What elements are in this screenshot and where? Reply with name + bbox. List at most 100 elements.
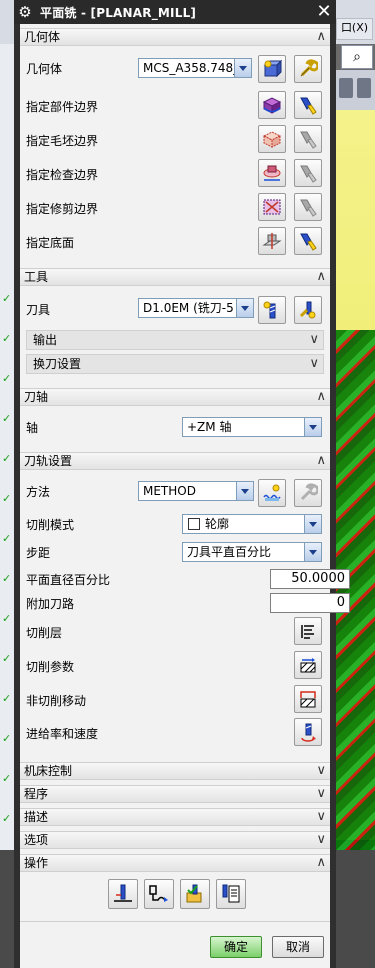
check-icon: ✓ (2, 652, 12, 665)
chevron-down-icon[interactable]: ∨ (316, 809, 326, 825)
list-icon (222, 884, 240, 903)
tool-icon[interactable] (357, 78, 371, 98)
select-part-boundary-button[interactable] (258, 91, 286, 119)
replay-path-button[interactable] (144, 879, 174, 909)
chevron-up-icon[interactable]: ∧ (316, 453, 326, 469)
edit-method-button[interactable] (294, 479, 322, 507)
check-icon: ✓ (2, 572, 12, 585)
chevron-down-icon[interactable]: ∨ (309, 332, 319, 348)
chevron-down-icon[interactable]: ∨ (316, 763, 326, 779)
non-cutting-moves-button[interactable] (294, 685, 322, 713)
chevron-down-icon[interactable]: ∨ (309, 356, 319, 372)
section-machine-control-header[interactable]: 机床控制 ∨ (20, 762, 330, 780)
chevron-down-icon[interactable] (304, 418, 321, 436)
section-geometry-header[interactable]: 几何体 ∧ (20, 28, 330, 46)
chevron-down-icon[interactable]: ∨ (316, 786, 326, 802)
generate-path-button[interactable] (108, 879, 138, 909)
check-icon: ✓ (2, 692, 12, 705)
check-icon: ✓ (2, 492, 12, 505)
section-title: 刀轨设置 (24, 454, 73, 468)
display-trim-boundary-button[interactable] (294, 193, 322, 221)
cut-levels-button[interactable] (294, 617, 322, 645)
flashlight-icon (300, 97, 317, 115)
section-actions-header[interactable]: 操作 ∧ (20, 854, 330, 872)
chevron-down-icon[interactable]: ∨ (316, 832, 326, 848)
new-geometry-button[interactable] (258, 55, 286, 83)
verify-path-button[interactable] (180, 879, 210, 909)
chevron-down-icon[interactable] (304, 543, 321, 561)
new-method-button[interactable] (258, 479, 286, 507)
dialog-titlebar[interactable]: ⚙ 平面铣 - [PLANAR_MILL] ✕ (14, 0, 336, 24)
chevron-down-icon[interactable] (304, 515, 321, 533)
plane-diameter-percent-input[interactable]: 50.0000 (270, 569, 350, 589)
cancel-button[interactable]: 取消 (272, 936, 324, 958)
ok-button[interactable]: 确定 (210, 936, 262, 958)
planar-mill-dialog: ⚙ 平面铣 - [PLANAR_MILL] ✕ 几何体 ∧ 几何体 MCS_A3… (14, 0, 350, 968)
check-icon: ✓ (2, 612, 12, 625)
chevron-up-icon[interactable]: ∧ (316, 269, 326, 285)
trim-boundary-icon (263, 199, 281, 215)
geometry-dropdown[interactable]: MCS_A358.748_ (138, 58, 252, 78)
cut-mode-dropdown[interactable]: 轮廓 (182, 514, 322, 534)
section-program-header[interactable]: 程序 ∨ (20, 785, 330, 803)
section-tool-header[interactable]: 工具 ∧ (20, 268, 330, 286)
chevron-down-icon[interactable] (236, 482, 253, 500)
section-title: 选项 (24, 833, 49, 847)
select-floor-button[interactable] (258, 227, 286, 255)
axis-dropdown[interactable]: +ZM 轴 (182, 417, 322, 437)
floor-plane-icon (262, 233, 282, 249)
toolbar-icons (335, 70, 375, 110)
navigator-strip: ✓ ✓ ✓ ✓ ✓ ✓ ✓ ✓ ✓ ✓ ✓ ✓ ✓ ✓ (0, 44, 14, 968)
gear-icon[interactable]: ⚙ (16, 3, 34, 21)
stepover-dropdown[interactable]: 刀具平直百分比 (182, 542, 322, 562)
method-label: 方法 (26, 485, 51, 499)
chevron-up-icon[interactable]: ∧ (316, 389, 326, 405)
specify-check-boundary-label: 指定检查边界 (26, 168, 99, 182)
tool-icon[interactable] (339, 78, 353, 98)
section-axis-header[interactable]: 刀轴 ∧ (20, 388, 330, 406)
display-blank-boundary-button[interactable] (294, 125, 322, 153)
flashlight-disabled-icon (300, 165, 317, 183)
wrench-disabled-icon (300, 483, 318, 501)
cutting-parameters-button[interactable] (294, 651, 322, 679)
subsection-output-header[interactable]: 输出 ∨ (26, 330, 324, 350)
chevron-down-icon[interactable] (234, 59, 251, 77)
generate-icon (114, 884, 132, 902)
tool-dropdown[interactable]: D1.0EM (铣刀-5 (138, 298, 254, 318)
section-description-header[interactable]: 描述 ∨ (20, 808, 330, 826)
feeds-and-speeds-button[interactable] (294, 718, 322, 746)
select-blank-boundary-button[interactable] (258, 125, 286, 153)
new-method-icon (263, 484, 281, 501)
section-path-settings-header[interactable]: 刀轨设置 ∧ (20, 452, 330, 470)
non-cutting-moves-icon (300, 691, 316, 708)
edit-geometry-button[interactable] (294, 55, 322, 83)
check-icon: ✓ (2, 332, 12, 345)
section-options-header[interactable]: 选项 ∨ (20, 831, 330, 849)
close-icon[interactable]: ✕ (315, 3, 333, 21)
additional-passes-input[interactable]: 0 (270, 593, 350, 613)
blank-boundary-icon (262, 131, 282, 148)
window-menu[interactable]: 口(X) (336, 18, 373, 40)
dropdown-value: 刀具平直百分比 (187, 545, 272, 559)
display-part-boundary-button[interactable] (294, 91, 322, 119)
chevron-up-icon[interactable]: ∧ (316, 855, 326, 871)
verify-icon (186, 884, 202, 903)
search-icon[interactable]: ⌕ (341, 45, 373, 69)
feeds-and-speeds-label: 进给率和速度 (26, 727, 99, 741)
select-check-boundary-button[interactable] (258, 159, 286, 187)
new-tool-button[interactable] (258, 296, 286, 324)
check-icon: ✓ (2, 412, 12, 425)
footer-divider (20, 921, 330, 922)
plane-diameter-percent-label: 平面直径百分比 (26, 573, 111, 587)
list-path-button[interactable] (216, 879, 246, 909)
subsection-toolchange-header[interactable]: 换刀设置 ∨ (26, 354, 324, 374)
wrench-icon (300, 59, 318, 77)
display-check-boundary-button[interactable] (294, 159, 322, 187)
edit-tool-button[interactable] (294, 296, 322, 324)
chevron-up-icon[interactable]: ∧ (316, 29, 326, 45)
chevron-down-icon[interactable] (236, 299, 253, 317)
select-trim-boundary-button[interactable] (258, 193, 286, 221)
part-boundary-icon (262, 97, 282, 114)
display-floor-button[interactable] (294, 227, 322, 255)
method-dropdown[interactable]: METHOD (138, 481, 254, 501)
